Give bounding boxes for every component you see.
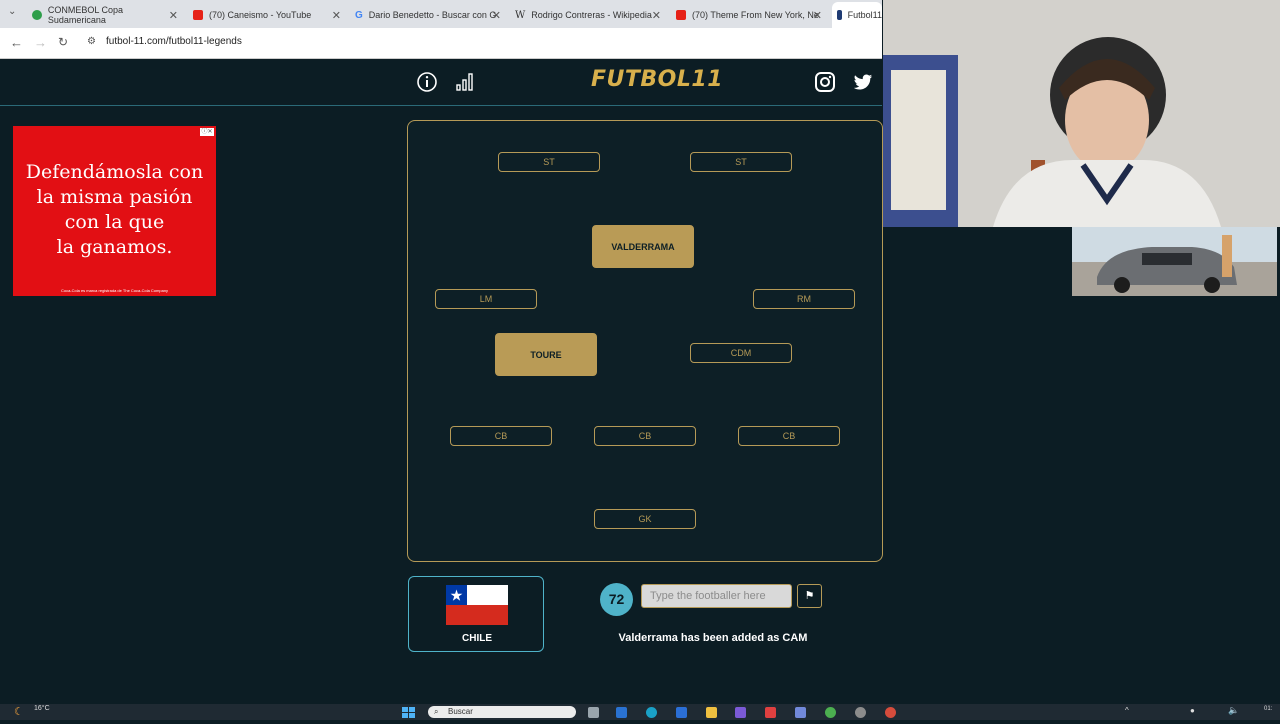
forward-arrow-icon[interactable]: → <box>34 35 47 50</box>
slot-rm[interactable]: RM <box>753 289 855 309</box>
youtube-favicon-icon <box>676 10 686 20</box>
instagram-icon[interactable] <box>814 71 836 93</box>
browser-tab-bar: ⌄ CONMEBOL Copa Sudamericana ✕ (70) Cane… <box>0 0 882 28</box>
webcam-person-image <box>883 0 1280 227</box>
futbol11-logo[interactable]: FUTBOL11 <box>591 67 723 92</box>
webcam-overlay <box>883 0 1280 227</box>
footballer-search-input[interactable] <box>641 584 792 608</box>
search-placeholder: Buscar <box>448 707 473 716</box>
car-image <box>1072 227 1277 296</box>
browser-tab-youtube-2[interactable]: (70) Theme From New York, Ne ✕ <box>676 4 826 26</box>
advertisement-banner[interactable]: ⓘ✕ Defendámosla con la misma pasión con … <box>13 126 216 296</box>
stats-icon[interactable] <box>454 71 476 93</box>
tab-label: (70) Caneismo - YouTube <box>209 10 312 20</box>
temperature: 16°C <box>34 705 50 712</box>
score-badge: 72 <box>600 583 633 616</box>
wikipedia-favicon-icon: W <box>515 10 526 21</box>
ad-line: la ganamos. <box>56 236 173 258</box>
slot-st-left[interactable]: ST <box>498 152 600 172</box>
formation-pitch: ST ST VALDERRAMA LM RM TOURE CDM CB CB C… <box>407 120 883 562</box>
volume-icon[interactable]: 🔈 <box>1228 705 1239 716</box>
windows-start-icon[interactable] <box>402 706 416 718</box>
futbol11-favicon-icon <box>837 10 842 20</box>
ad-line: con la que <box>64 211 165 233</box>
reload-icon[interactable]: ↻ <box>58 35 68 49</box>
country-clue-card: CHILE <box>408 576 544 652</box>
weather-widget[interactable]: 16°C <box>34 705 50 712</box>
ad-line: la misma pasión <box>36 186 193 208</box>
taskbar-search-box[interactable]: ⌕ Buscar <box>428 706 576 718</box>
tab-label: Rodrigo Contreras - Wikipedia <box>531 10 652 20</box>
chrome-profile-icon[interactable] <box>885 707 896 718</box>
tab-label: Dario Benedetto - Buscar con G <box>368 10 497 20</box>
browser-tab-conmebol[interactable]: CONMEBOL Copa Sudamericana ✕ <box>32 4 182 26</box>
youtube-favicon-icon <box>193 10 203 20</box>
teams-icon[interactable] <box>735 707 746 718</box>
microphone-icon[interactable]: ● <box>1190 706 1195 715</box>
browser-address-bar: ← → ↻ ⚙ futbol-11.com/futbol11-legends <box>0 28 882 59</box>
tray-chevron-up-icon[interactable]: ^ <box>1125 706 1129 715</box>
weather-moon-icon: ☾ <box>14 706 24 718</box>
settings-gear-icon[interactable] <box>855 707 866 718</box>
calendar-icon[interactable] <box>765 707 776 718</box>
taskbar-clock[interactable]: 01: <box>1264 706 1272 712</box>
url-field[interactable]: futbol-11.com/futbol11-legends <box>106 36 242 47</box>
flag-icon: ⚑ <box>804 590 815 602</box>
conmebol-favicon-icon <box>32 10 42 20</box>
browser-tab-youtube[interactable]: (70) Caneismo - YouTube ✕ <box>193 4 345 26</box>
chile-flag-icon <box>446 585 508 625</box>
back-arrow-icon[interactable]: ← <box>10 35 23 50</box>
close-tab-icon[interactable]: ✕ <box>813 9 822 22</box>
browser-tab-google[interactable]: G Dario Benedetto - Buscar con G ✕ <box>355 4 505 26</box>
tab-label: Futbol11 <box>847 10 882 20</box>
slot-gk[interactable]: GK <box>594 509 696 529</box>
task-view-icon[interactable] <box>588 707 599 718</box>
site-header: FUTBOL11 <box>0 59 882 106</box>
tab-list-chevron-icon[interactable]: ⌄ <box>8 6 16 17</box>
edge-icon[interactable] <box>646 707 657 718</box>
outlook-icon[interactable] <box>616 707 627 718</box>
slot-st-right[interactable]: ST <box>690 152 792 172</box>
windows-taskbar: ☾ 16°C ⌕ Buscar ^ ● 🔈 01: <box>0 704 1280 720</box>
discord-icon[interactable] <box>795 707 806 718</box>
store-icon[interactable] <box>676 707 687 718</box>
chrome-icon[interactable] <box>825 707 836 718</box>
slot-cb-left[interactable]: CB <box>450 426 552 446</box>
search-icon: ⌕ <box>434 707 439 716</box>
car-advertisement-image[interactable] <box>1072 227 1277 296</box>
slot-lm[interactable]: LM <box>435 289 537 309</box>
close-tab-icon[interactable]: ✕ <box>169 9 178 22</box>
ad-fine-print: Coca-Cola es marca registrada de The Coc… <box>60 288 169 293</box>
close-tab-icon[interactable]: ✕ <box>652 9 661 22</box>
status-message: Valderrama has been added as CAM <box>618 632 808 644</box>
country-name: CHILE <box>462 633 492 644</box>
browser-tab-futbol11[interactable]: Futbol11 <box>832 2 882 28</box>
slot-cdm[interactable]: CDM <box>690 343 792 363</box>
site-info-icon[interactable]: ⚙ <box>87 36 96 47</box>
slot-cm-filled[interactable]: TOURE <box>495 333 597 376</box>
give-up-flag-button[interactable]: ⚑ <box>797 584 822 608</box>
slot-cb-center[interactable]: CB <box>594 426 696 446</box>
ad-choices-icon[interactable]: ⓘ✕ <box>200 128 214 136</box>
tab-label: CONMEBOL Copa Sudamericana <box>47 5 124 25</box>
slot-cb-right[interactable]: CB <box>738 426 840 446</box>
google-favicon-icon: G <box>355 10 363 21</box>
twitter-icon[interactable] <box>852 71 874 93</box>
browser-tab-wikipedia[interactable]: W Rodrigo Contreras - Wikipedia ✕ <box>515 4 665 26</box>
info-icon[interactable] <box>416 71 438 93</box>
close-tab-icon[interactable]: ✕ <box>492 9 501 22</box>
tab-label: (70) Theme From New York, Ne <box>692 10 819 20</box>
slot-cam-filled[interactable]: VALDERRAMA <box>592 225 694 268</box>
ad-headline: Defendámosla con la misma pasión con la … <box>13 160 216 260</box>
file-explorer-icon[interactable] <box>706 707 717 718</box>
close-tab-icon[interactable]: ✕ <box>332 9 341 22</box>
ad-line: Defendámosla con <box>25 161 204 183</box>
